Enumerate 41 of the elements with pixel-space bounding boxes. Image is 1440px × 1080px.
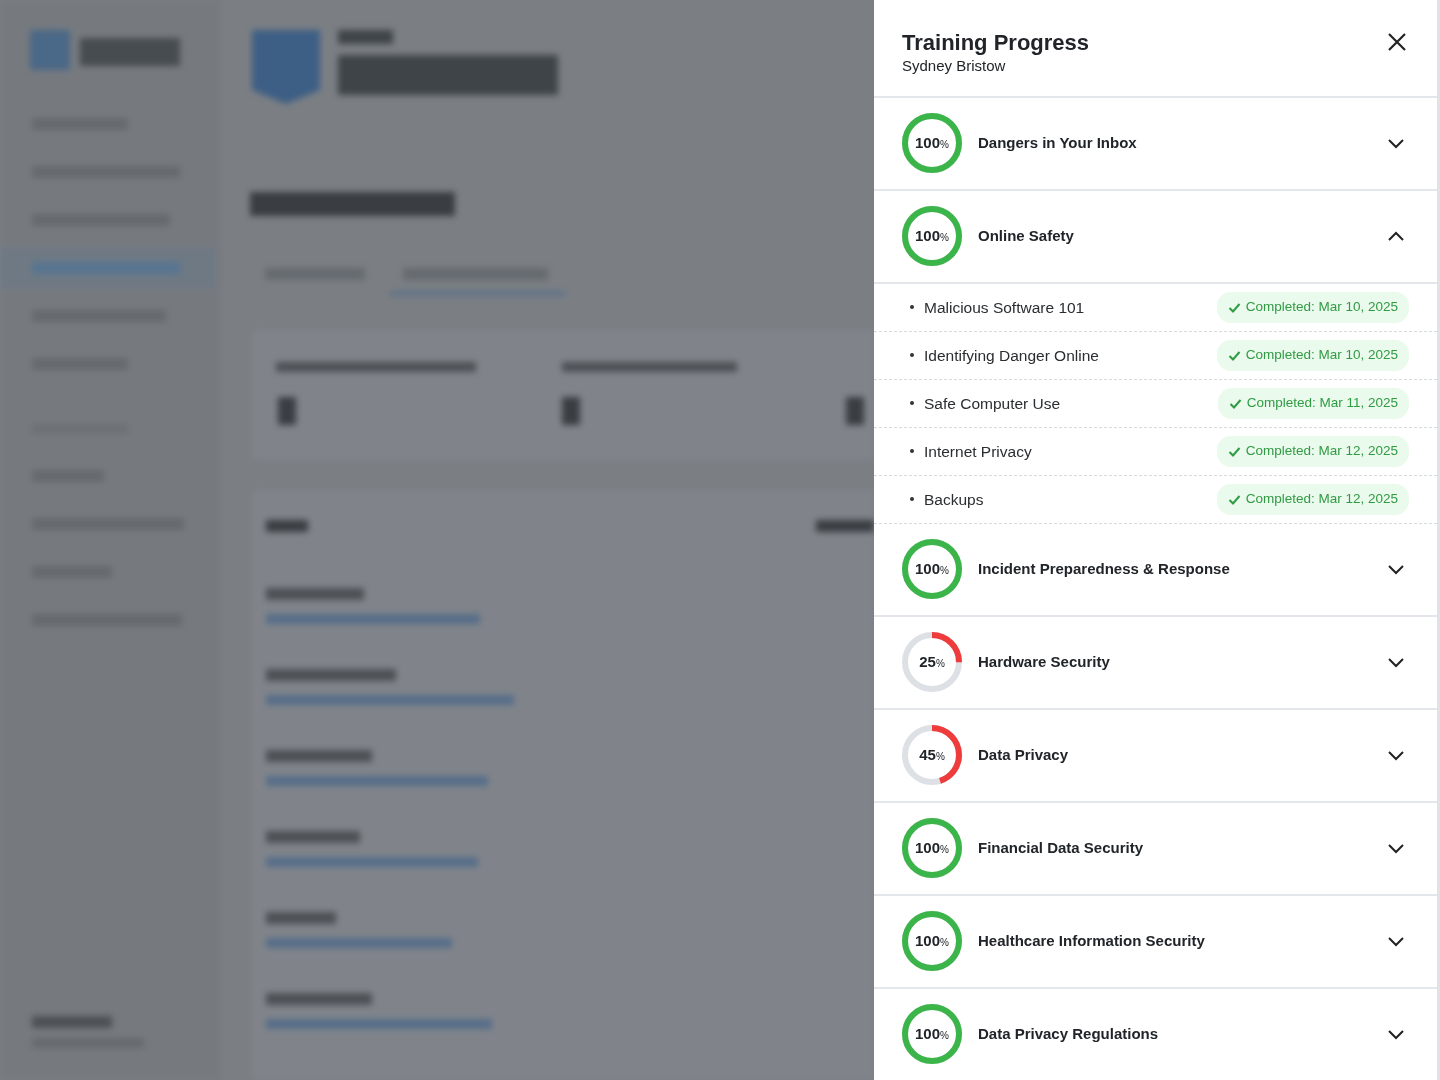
course-row[interactable]: 100% Healthcare Information Security — [874, 895, 1437, 989]
progress-ring — [902, 1004, 962, 1065]
course-row[interactable]: 100% Dangers in Your Inbox — [874, 97, 1437, 191]
course-row[interactable]: 100% Online Safety — [874, 190, 1437, 284]
percent-text: 100% — [915, 133, 949, 154]
course-row[interactable]: 45% Data Privacy — [874, 709, 1437, 803]
bullet-icon — [910, 401, 914, 406]
course-row[interactable]: 100% Data Privacy Regulations — [874, 988, 1437, 1080]
bullet-icon — [910, 305, 914, 310]
bullet-icon — [910, 449, 914, 454]
course-row[interactable]: 25% Hardware Security — [874, 616, 1437, 710]
completed-badge: Completed: Mar 10, 2025 — [1216, 292, 1409, 323]
percent-text: 100% — [915, 1024, 949, 1045]
percent-text: 100% — [915, 559, 949, 580]
progress-ring — [902, 113, 962, 174]
progress-ring — [902, 818, 962, 879]
completed-badge: Completed: Mar 11, 2025 — [1217, 388, 1409, 419]
percent-text: 25% — [919, 652, 945, 673]
course-row[interactable]: 100% Incident Preparedness & Response — [874, 523, 1437, 617]
percent-text: 45% — [919, 745, 945, 766]
progress-ring — [902, 632, 962, 693]
course-row[interactable]: 100% Financial Data Security — [874, 802, 1437, 896]
completed-badge: Completed: Mar 10, 2025 — [1216, 340, 1409, 371]
progress-ring — [902, 539, 962, 600]
progress-ring — [902, 911, 962, 972]
panel-title: Training Progress — [902, 30, 1090, 57]
percent-text: 100% — [915, 226, 949, 247]
progress-ring — [902, 206, 962, 267]
user-name: Sydney Bristow — [902, 56, 1007, 76]
lesson-name: Backups — [924, 489, 985, 510]
bullet-icon — [910, 497, 914, 502]
completed-badge: Completed: Mar 12, 2025 — [1216, 484, 1409, 515]
percent-text: 100% — [915, 931, 949, 952]
lesson-name: Internet Privacy — [924, 441, 1033, 462]
lesson-name: Malicious Software 101 — [924, 297, 1086, 318]
completed-badge: Completed: Mar 12, 2025 — [1216, 436, 1409, 467]
progress-ring — [902, 725, 962, 786]
bullet-icon — [910, 353, 914, 358]
lesson-name: Safe Computer Use — [924, 393, 1062, 414]
percent-text: 100% — [915, 838, 949, 859]
lesson-name: Identifying Danger Online — [924, 345, 1100, 366]
